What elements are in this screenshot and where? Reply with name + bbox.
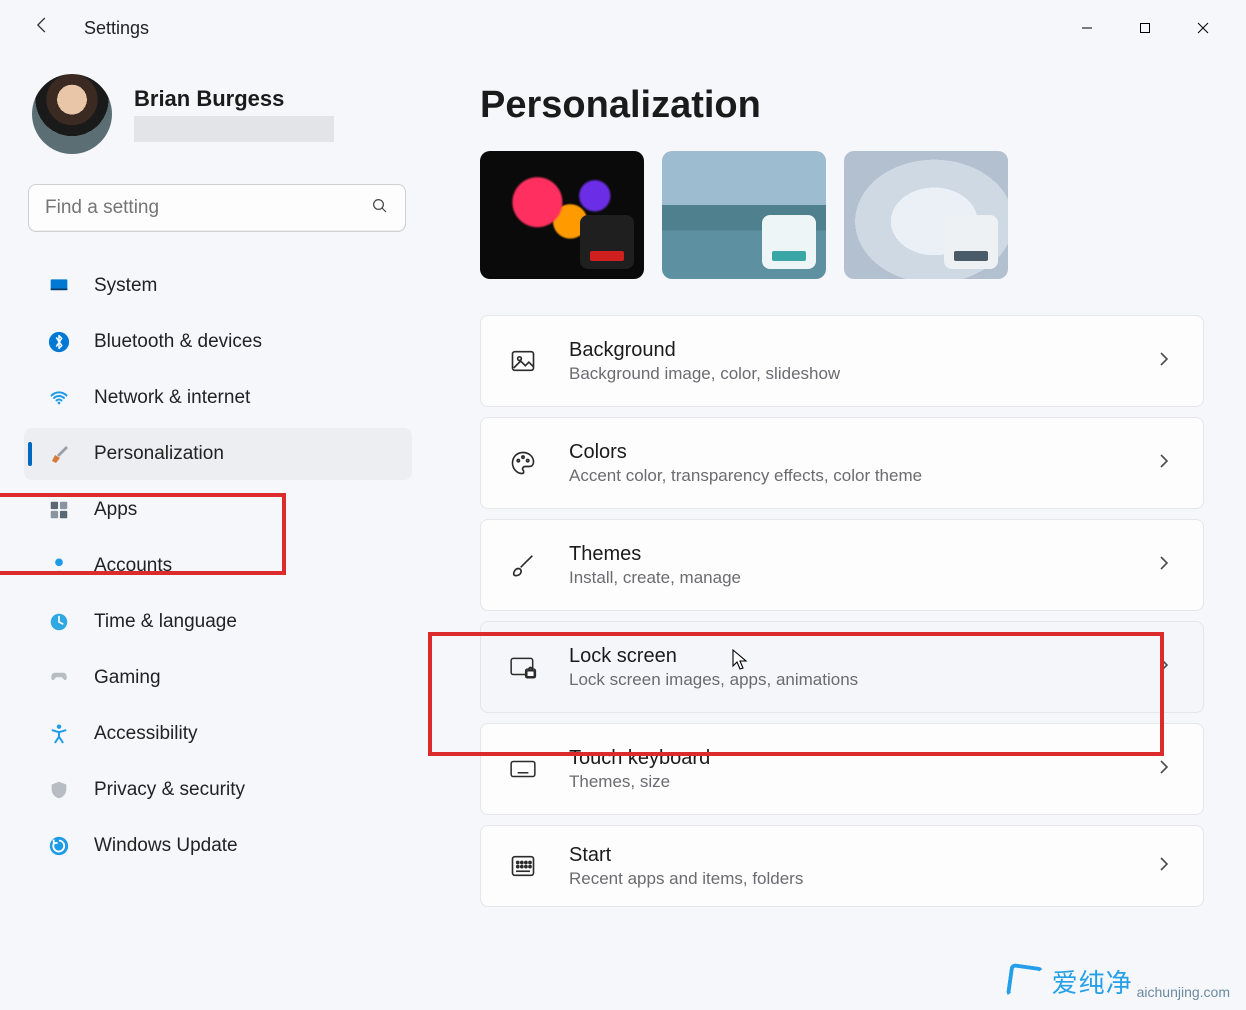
page-title: Personalization [480,84,1204,127]
watermark-text: 爱纯净 [1052,963,1133,1000]
sidebar-item-bluetooth[interactable]: Bluetooth & devices [24,316,412,368]
brush-icon [507,549,539,581]
start-icon [507,850,539,882]
card-subtitle: Install, create, manage [569,568,1129,588]
sidebar-item-label: Time & language [94,611,237,633]
sidebar-item-personalization[interactable]: Personalization [24,428,412,480]
sidebar-item-label: Network & internet [94,387,250,409]
search-input[interactable] [28,184,406,232]
bluetooth-icon [46,329,72,355]
sidebar-item-label: System [94,275,157,297]
theme-preview-1[interactable] [480,151,644,279]
wifi-icon [46,385,72,411]
card-title: Lock screen [569,645,1129,668]
sidebar-item-apps[interactable]: Apps [24,484,412,536]
search-field[interactable] [45,197,371,219]
window-minimize-button[interactable] [1058,8,1116,48]
sidebar-item-system[interactable]: System [24,260,412,312]
sidebar-item-label: Accounts [94,555,172,577]
chevron-right-icon [1159,351,1177,372]
person-icon [46,553,72,579]
card-lock-screen[interactable]: Lock screenLock screen images, apps, ani… [480,621,1204,713]
search-icon [371,197,389,220]
card-touch-keyboard[interactable]: Touch keyboardThemes, size [480,723,1204,815]
update-icon [46,833,72,859]
accessibility-icon [46,721,72,747]
palette-icon [507,447,539,479]
nav-list: System Bluetooth & devices Network & int… [24,260,412,872]
card-title: Themes [569,543,1129,566]
clock-globe-icon [46,609,72,635]
card-colors[interactable]: ColorsAccent color, transparency effects… [480,417,1204,509]
chevron-right-icon [1159,856,1177,877]
titlebar: Settings [0,0,1246,56]
chevron-right-icon [1159,657,1177,678]
sidebar-item-network[interactable]: Network & internet [24,372,412,424]
theme-previews [480,151,1204,279]
paintbrush-icon [46,441,72,467]
settings-list: BackgroundBackground image, color, slide… [480,315,1204,907]
sidebar-item-label: Privacy & security [94,779,245,801]
card-themes[interactable]: ThemesInstall, create, manage [480,519,1204,611]
card-subtitle: Themes, size [569,772,1129,792]
app-title: Settings [84,18,149,39]
lock-screen-icon [507,651,539,683]
window-maximize-button[interactable] [1116,8,1174,48]
sidebar: Brian Burgess System Bluetooth & devices [0,56,430,1010]
card-title: Colors [569,441,1129,464]
sidebar-item-privacy[interactable]: Privacy & security [24,764,412,816]
sidebar-item-label: Personalization [94,443,224,465]
sidebar-item-accounts[interactable]: Accounts [24,540,412,592]
chevron-right-icon [1159,759,1177,780]
sidebar-item-gaming[interactable]: Gaming [24,652,412,704]
card-background[interactable]: BackgroundBackground image, color, slide… [480,315,1204,407]
sidebar-item-windows-update[interactable]: Windows Update [24,820,412,872]
card-subtitle: Background image, color, slideshow [569,364,1129,384]
sidebar-item-label: Bluetooth & devices [94,331,262,353]
user-email-redacted [134,116,334,142]
main-content: Personalization BackgroundBackground ima… [430,56,1246,1010]
sidebar-item-label: Windows Update [94,835,238,857]
gamepad-icon [46,665,72,691]
chevron-right-icon [1159,453,1177,474]
sidebar-item-accessibility[interactable]: Accessibility [24,708,412,760]
shield-icon [46,777,72,803]
chevron-right-icon [1159,555,1177,576]
window-close-button[interactable] [1174,8,1232,48]
sidebar-item-time-language[interactable]: Time & language [24,596,412,648]
user-profile[interactable]: Brian Burgess [24,74,412,154]
card-title: Touch keyboard [569,747,1129,770]
sidebar-item-label: Apps [94,499,137,521]
sidebar-item-label: Gaming [94,667,161,689]
theme-preview-3[interactable] [844,151,1008,279]
user-display-name: Brian Burgess [134,86,334,112]
back-button[interactable] [28,15,56,41]
apps-icon [46,497,72,523]
watermark-logo-icon [1005,962,1043,1000]
watermark-url: aichunjing.com [1137,984,1230,1000]
card-title: Background [569,339,1129,362]
theme-preview-2[interactable] [662,151,826,279]
card-subtitle: Recent apps and items, folders [569,869,1129,889]
watermark: 爱纯净 aichunjing.com [1008,963,1230,1000]
card-subtitle: Lock screen images, apps, animations [569,670,1129,690]
sidebar-item-label: Accessibility [94,723,197,745]
card-subtitle: Accent color, transparency effects, colo… [569,466,1129,486]
keyboard-icon [507,753,539,785]
card-start[interactable]: StartRecent apps and items, folders [480,825,1204,907]
picture-icon [507,345,539,377]
card-title: Start [569,844,1129,867]
avatar [32,74,112,154]
display-icon [46,273,72,299]
